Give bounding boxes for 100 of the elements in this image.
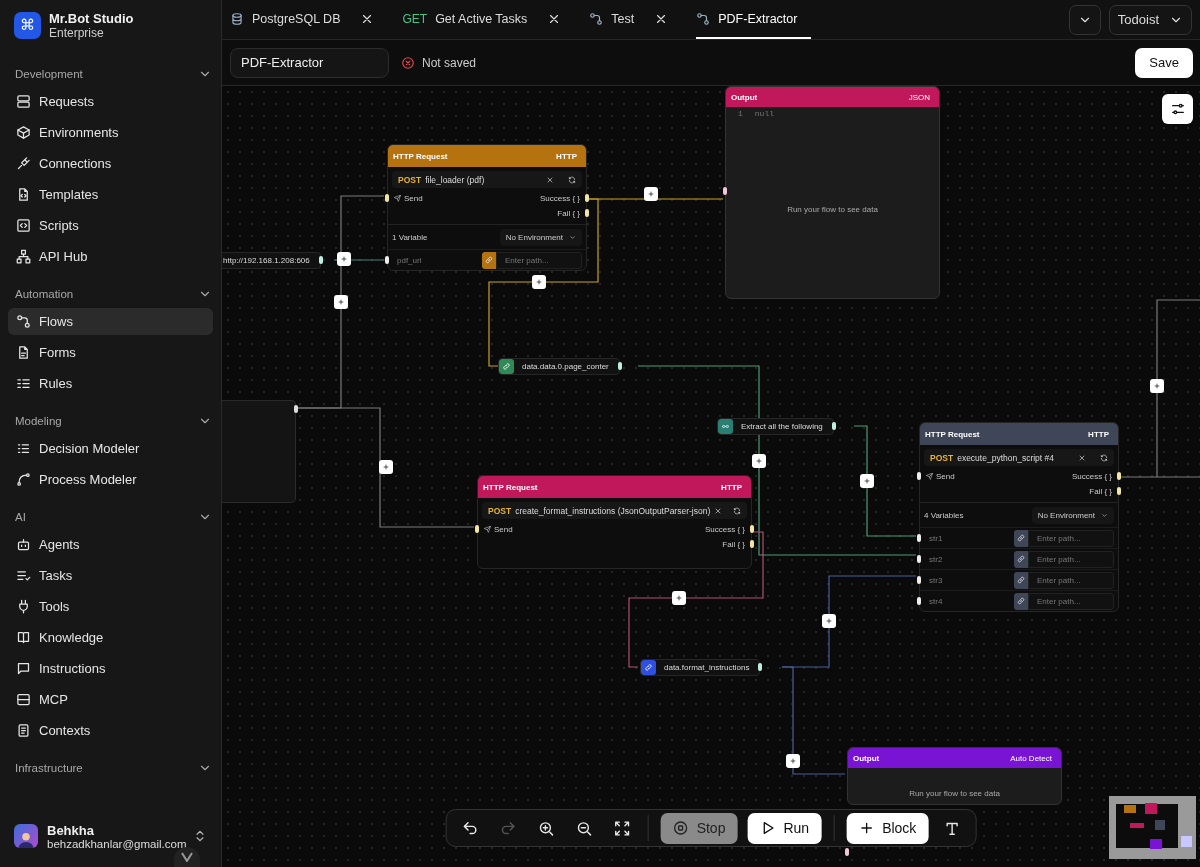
value-node[interactable]: Extract all the following	[717, 418, 834, 435]
add-button[interactable]	[822, 614, 836, 628]
sidebar-item[interactable]: Knowledge	[8, 624, 213, 651]
port-handle[interactable]	[917, 534, 921, 542]
path-field[interactable]: Enter path...	[1028, 592, 1114, 610]
http-method: GET	[402, 11, 428, 26]
add-button[interactable]	[860, 474, 874, 488]
panel-icon	[16, 692, 31, 707]
sidebar-item[interactable]: Decision Modeler	[8, 435, 213, 462]
request-name: execute_python_script #4	[957, 452, 1056, 463]
sidebar-item[interactable]: Templates	[8, 181, 213, 208]
sidebar-item[interactable]: Process Modeler	[8, 466, 213, 493]
sidebar-item[interactable]: MCP	[8, 686, 213, 713]
section-title: Modeling	[15, 415, 62, 427]
sidebar-item[interactable]: API Hub	[8, 243, 213, 270]
add-button[interactable]: Block	[846, 812, 929, 844]
plus-icon	[675, 594, 683, 602]
port-label: Success { }	[704, 525, 745, 534]
port-handle[interactable]	[917, 576, 921, 584]
add-button[interactable]	[672, 591, 686, 605]
request-node[interactable]: HTTP Request HTTP POST execute_python_script #4 Send Success { } Fail { } 4 Variables No Environment str1 Enter path... str2 Enter path... str3 Enter path... str4 Enter path...	[919, 422, 1119, 612]
add-button[interactable]	[1150, 379, 1164, 393]
variable-name: str1	[929, 533, 944, 543]
path-field[interactable]: Enter path...	[1028, 571, 1114, 589]
zoom-in-icon	[537, 819, 555, 837]
sidebar-item[interactable]: Environments	[8, 119, 213, 146]
link-button[interactable]	[482, 251, 496, 269]
link-button[interactable]	[1014, 550, 1028, 568]
port-handle[interactable]	[385, 256, 389, 264]
request-node[interactable]: HTTP Request HTTP POST file_loader (pdf) Send Success { } Fail { } 1 Variable No Environment pdf_url Enter path...	[387, 144, 587, 271]
port-handle[interactable]	[475, 525, 479, 533]
refresh-icon	[568, 175, 576, 184]
environment-dropdown[interactable]: No Environment	[1031, 506, 1114, 524]
sidebar-item[interactable]: Forms	[8, 339, 213, 366]
add-button[interactable]	[644, 187, 658, 201]
link-button[interactable]	[1014, 529, 1028, 547]
port-handle[interactable]	[617, 362, 622, 370]
sidebar-item[interactable]: Connections	[8, 150, 213, 177]
add-button[interactable]	[334, 295, 348, 309]
request-bar[interactable]: POST create_format_instructions (JsonOutputParser-json)	[482, 502, 747, 519]
add-button[interactable]	[752, 454, 766, 468]
sidebar-item[interactable]: Tasks	[8, 562, 213, 589]
path-field[interactable]: Enter path...	[496, 251, 582, 269]
port-handle[interactable]	[917, 472, 921, 480]
close-icon	[714, 506, 723, 515]
sidebar-item[interactable]: Instructions	[8, 655, 213, 682]
value-text: Extract all the following	[740, 422, 824, 431]
sidebar-item[interactable]: Flows	[8, 308, 213, 335]
minimap[interactable]	[1109, 796, 1196, 859]
value-node[interactable]: http://192.168.1.208:606	[222, 252, 321, 269]
port-handle[interactable]	[385, 194, 389, 202]
flow-name-field[interactable]: PDF-Extractor	[230, 47, 389, 78]
port-handle[interactable]	[723, 187, 727, 195]
port-handle[interactable]	[831, 422, 836, 430]
output-node[interactable]: Output JSON 1 null Run your flow to see data	[725, 86, 940, 299]
request-bar[interactable]: POST file_loader (pdf)	[392, 171, 582, 188]
port-handle[interactable]	[758, 663, 763, 671]
database-icon	[230, 11, 244, 26]
sidebar-item[interactable]: Rules	[8, 370, 213, 397]
sidebar-item[interactable]: Tools	[8, 593, 213, 620]
request-node[interactable]: HTTP Request HTTP POST create_format_instructions (JsonOutputParser-json) Send Success { } Fail { }	[477, 475, 752, 569]
list-icon	[16, 441, 31, 456]
path-field[interactable]: Enter path...	[1028, 550, 1114, 568]
link-button[interactable]	[1014, 592, 1028, 610]
node-title: HTTP Request	[925, 429, 980, 439]
http-method: POST	[398, 174, 422, 185]
tab[interactable]: PostgreSQL DB	[230, 0, 389, 39]
workspace-dropdown[interactable]: Todoist	[1108, 4, 1192, 35]
sidebar-item[interactable]: Scripts	[8, 212, 213, 239]
plus-icon	[382, 463, 390, 471]
request-bar[interactable]: POST execute_python_script #4	[924, 449, 1114, 466]
path-field[interactable]: Enter path...	[1028, 529, 1114, 547]
add-button[interactable]	[532, 275, 546, 289]
add-button[interactable]	[786, 754, 800, 768]
save-button[interactable]: Save	[1135, 47, 1193, 78]
port-handle[interactable]	[845, 848, 849, 856]
value-node[interactable]: data.data.0.page_conter	[498, 358, 620, 375]
tab[interactable]: Test	[589, 0, 683, 39]
chevron-icon	[181, 852, 193, 862]
port-handle[interactable]	[294, 405, 298, 413]
close-icon	[1078, 453, 1086, 462]
sidebar-item[interactable]: Requests	[8, 88, 213, 115]
value-node[interactable]: data.format_instructions	[640, 659, 761, 676]
book-icon	[16, 630, 31, 645]
environment-dropdown[interactable]: No Environment	[499, 228, 582, 246]
add-button[interactable]	[379, 460, 393, 474]
node-card[interactable]	[222, 400, 296, 503]
port-handle[interactable]	[917, 597, 921, 605]
port-label: Success { }	[1071, 472, 1112, 481]
sidebar-item[interactable]: Agents	[8, 531, 213, 558]
output-format: Auto Detect	[1010, 753, 1052, 763]
port-handle[interactable]	[917, 555, 921, 563]
sidebar-item[interactable]: Contexts	[8, 717, 213, 744]
link-button[interactable]	[1014, 571, 1028, 589]
cube-icon	[16, 125, 31, 140]
settings-button[interactable]	[1162, 94, 1193, 124]
add-button[interactable]	[337, 252, 351, 266]
run-button[interactable]: Run	[747, 812, 822, 844]
port-handle[interactable]	[318, 256, 323, 264]
tab[interactable]: GET Get Active Tasks	[402, 0, 576, 39]
